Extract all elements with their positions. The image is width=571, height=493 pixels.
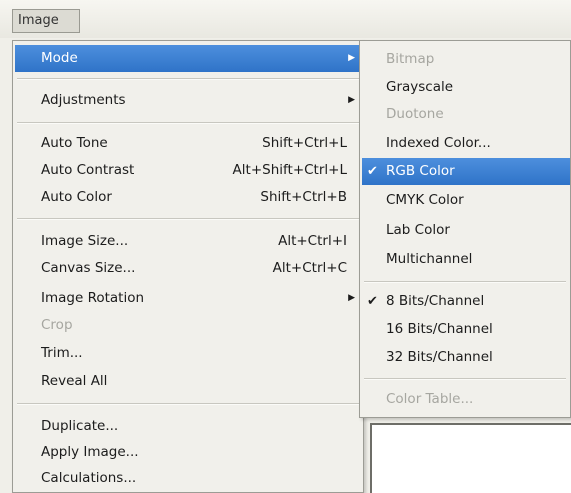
menu-item-label: Duplicate... — [41, 418, 119, 434]
shortcut-label: Shift+Ctrl+L — [262, 135, 347, 151]
menu-item-duplicate[interactable]: Duplicate... — [15, 413, 361, 440]
menu-item-label: Multichannel — [386, 251, 473, 267]
document-canvas[interactable] — [370, 423, 571, 493]
menu-item-label: Lab Color — [386, 222, 450, 238]
menu-item-label: Apply Image... — [41, 444, 139, 460]
menu-item-auto-contrast[interactable]: Auto Contrast Alt+Shift+Ctrl+L — [15, 157, 361, 184]
menu-item-mode[interactable]: Mode ▶ — [15, 45, 361, 72]
shortcut-label: Shift+Ctrl+B — [260, 189, 347, 205]
menu-item-label: Bitmap — [386, 51, 435, 67]
menu-item-label: 8 Bits/Channel — [386, 293, 485, 309]
menu-item-label: Image Size... — [41, 233, 129, 249]
submenu-arrow-icon: ▶ — [348, 293, 355, 303]
menu-separator — [17, 403, 359, 405]
menu-item-label: Auto Tone — [41, 135, 108, 151]
menu-separator — [364, 281, 566, 283]
submenu-item-lab-color[interactable]: Lab Color — [362, 217, 568, 244]
menu-separator — [17, 218, 359, 220]
submenu-item-rgb-color[interactable]: ✔ RGB Color — [362, 158, 570, 185]
submenu-arrow-icon: ▶ — [348, 95, 355, 105]
menu-item-label: Auto Color — [41, 189, 112, 205]
menu-item-label: Grayscale — [386, 79, 454, 95]
menu-item-label: Calculations... — [41, 470, 137, 486]
menu-item-label: Adjustments — [41, 92, 126, 108]
submenu-item-32-bits[interactable]: 32 Bits/Channel — [362, 344, 568, 371]
menu-item-calculations[interactable]: Calculations... — [15, 465, 361, 492]
menu-item-label: RGB Color — [386, 163, 455, 179]
submenu-item-16-bits[interactable]: 16 Bits/Channel — [362, 316, 568, 343]
menu-separator — [364, 378, 566, 380]
menu-item-crop[interactable]: Crop — [15, 312, 361, 339]
menu-item-image-rotation[interactable]: Image Rotation ▶ — [15, 285, 361, 312]
menu-item-label: Duotone — [386, 106, 444, 122]
menu-bar: Image — [0, 0, 571, 38]
shortcut-label: Alt+Ctrl+C — [272, 260, 347, 276]
submenu-item-duotone[interactable]: Duotone — [362, 101, 568, 128]
menu-item-image-size[interactable]: Image Size... Alt+Ctrl+I — [15, 228, 361, 255]
menu-item-label: 32 Bits/Channel — [386, 349, 493, 365]
checkmark-icon: ✔ — [367, 164, 378, 179]
menu-item-reveal-all[interactable]: Reveal All — [15, 368, 361, 395]
menu-item-label: Image Rotation — [41, 290, 145, 306]
menu-separator — [17, 78, 359, 80]
menu-separator — [17, 122, 359, 124]
submenu-item-indexed-color[interactable]: Indexed Color... — [362, 130, 568, 157]
menu-item-label: Mode — [41, 50, 78, 66]
menu-item-label: CMYK Color — [386, 192, 464, 208]
menu-item-adjustments[interactable]: Adjustments ▶ — [15, 87, 361, 114]
menu-item-trim[interactable]: Trim... — [15, 340, 361, 367]
submenu-item-multichannel[interactable]: Multichannel — [362, 246, 568, 273]
shortcut-label: Alt+Ctrl+I — [278, 233, 347, 249]
submenu-arrow-icon: ▶ — [348, 53, 355, 63]
menu-item-label: Color Table... — [386, 391, 474, 407]
shortcut-label: Alt+Shift+Ctrl+L — [232, 162, 347, 178]
menu-item-label: 16 Bits/Channel — [386, 321, 493, 337]
menu-item-apply-image[interactable]: Apply Image... — [15, 439, 361, 466]
menu-item-label: Crop — [41, 317, 73, 333]
submenu-item-8-bits[interactable]: ✔ 8 Bits/Channel — [362, 288, 568, 315]
menu-item-label: Trim... — [41, 345, 83, 361]
menu-item-label: Canvas Size... — [41, 260, 136, 276]
menu-item-label: Auto Contrast — [41, 162, 135, 178]
submenu-item-color-table[interactable]: Color Table... — [362, 386, 568, 413]
menu-item-canvas-size[interactable]: Canvas Size... Alt+Ctrl+C — [15, 255, 361, 282]
submenu-item-bitmap[interactable]: Bitmap — [362, 46, 568, 73]
checkmark-icon: ✔ — [367, 294, 378, 309]
submenu-item-cmyk-color[interactable]: CMYK Color — [362, 187, 568, 214]
menu-item-auto-tone[interactable]: Auto Tone Shift+Ctrl+L — [15, 130, 361, 157]
menu-item-label: Reveal All — [41, 373, 108, 389]
image-menu: Mode ▶ Adjustments ▶ Auto Tone Shift+Ctr… — [12, 40, 364, 493]
mode-submenu: Bitmap Grayscale Duotone Indexed Color..… — [359, 40, 571, 418]
menu-item-label: Indexed Color... — [386, 135, 491, 151]
image-menu-title[interactable]: Image — [12, 9, 80, 33]
menu-item-auto-color[interactable]: Auto Color Shift+Ctrl+B — [15, 184, 361, 211]
submenu-item-grayscale[interactable]: Grayscale — [362, 74, 568, 101]
